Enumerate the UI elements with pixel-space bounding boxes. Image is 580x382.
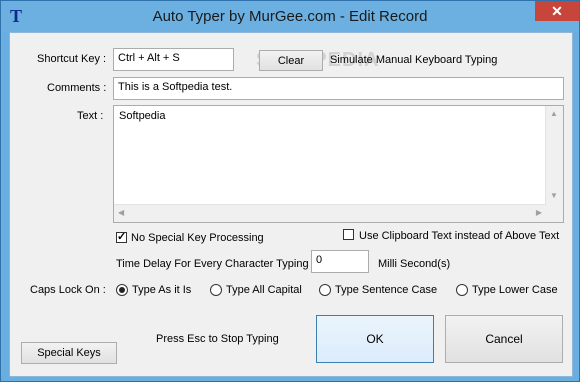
scroll-down-arrow-icon[interactable]: ▼	[550, 191, 558, 200]
text-area[interactable]: Softpedia ▲ ▼ ◀ ▶	[113, 105, 564, 223]
shortcut-key-input[interactable]: Ctrl + Alt + S	[113, 48, 234, 71]
scroll-up-arrow-icon[interactable]: ▲	[550, 109, 558, 118]
type-as-it-is-label: Type As it Is	[132, 284, 192, 296]
scroll-right-arrow-icon[interactable]: ▶	[536, 208, 542, 217]
window-title: Auto Typer by MurGee.com - Edit Record	[152, 8, 428, 25]
text-label: Text :	[77, 110, 104, 122]
use-clipboard-label: Use Clipboard Text instead of Above Text	[359, 230, 560, 242]
comments-label: Comments :	[47, 82, 107, 94]
use-clipboard-checkbox[interactable]	[343, 229, 354, 240]
ok-button[interactable]: OK	[316, 315, 434, 363]
cancel-button[interactable]: Cancel	[445, 315, 563, 363]
type-all-capital-radio[interactable]	[210, 284, 222, 296]
type-lower-case-label: Type Lower Case	[472, 284, 558, 296]
esc-hint-label: Press Esc to Stop Typing	[156, 333, 279, 345]
close-icon: ✕	[551, 3, 563, 19]
type-sentence-case-radio[interactable]	[319, 284, 331, 296]
milliseconds-label: Milli Second(s)	[378, 258, 451, 270]
clear-button[interactable]: Clear	[259, 50, 323, 71]
type-as-it-is-radio[interactable]	[116, 284, 128, 296]
type-sentence-case-label: Type Sentence Case	[335, 284, 438, 296]
special-keys-button[interactable]: Special Keys	[21, 342, 117, 364]
text-area-content: Softpedia	[119, 110, 166, 122]
type-lower-case-radio[interactable]	[456, 284, 468, 296]
shortcut-key-label: Shortcut Key :	[37, 53, 107, 65]
scroll-left-arrow-icon[interactable]: ◀	[118, 208, 124, 217]
vertical-scrollbar[interactable]: ▲ ▼	[545, 106, 563, 222]
title-bar[interactable]: T Auto Typer by MurGee.com - Edit Record…	[1, 1, 579, 32]
horizontal-scrollbar[interactable]: ◀ ▶	[114, 204, 546, 222]
time-delay-label: Time Delay For Every Character Typing :	[116, 258, 315, 270]
comments-input[interactable]: This is a Softpedia test.	[113, 77, 564, 100]
dialog-body: SOFTPEDIA Shortcut Key : Ctrl + Alt + S …	[9, 32, 573, 377]
simulate-typing-label: Simulate Manual Keyboard Typing	[330, 54, 498, 66]
type-all-capital-label: Type All Capital	[226, 284, 302, 296]
app-window: T Auto Typer by MurGee.com - Edit Record…	[0, 0, 580, 382]
time-delay-input[interactable]: 0	[311, 250, 369, 273]
no-special-key-label: No Special Key Processing	[131, 232, 264, 244]
no-special-key-checkbox[interactable]	[116, 230, 127, 243]
caps-lock-label: Caps Lock On :	[30, 284, 106, 296]
close-button[interactable]: ✕	[535, 1, 579, 21]
